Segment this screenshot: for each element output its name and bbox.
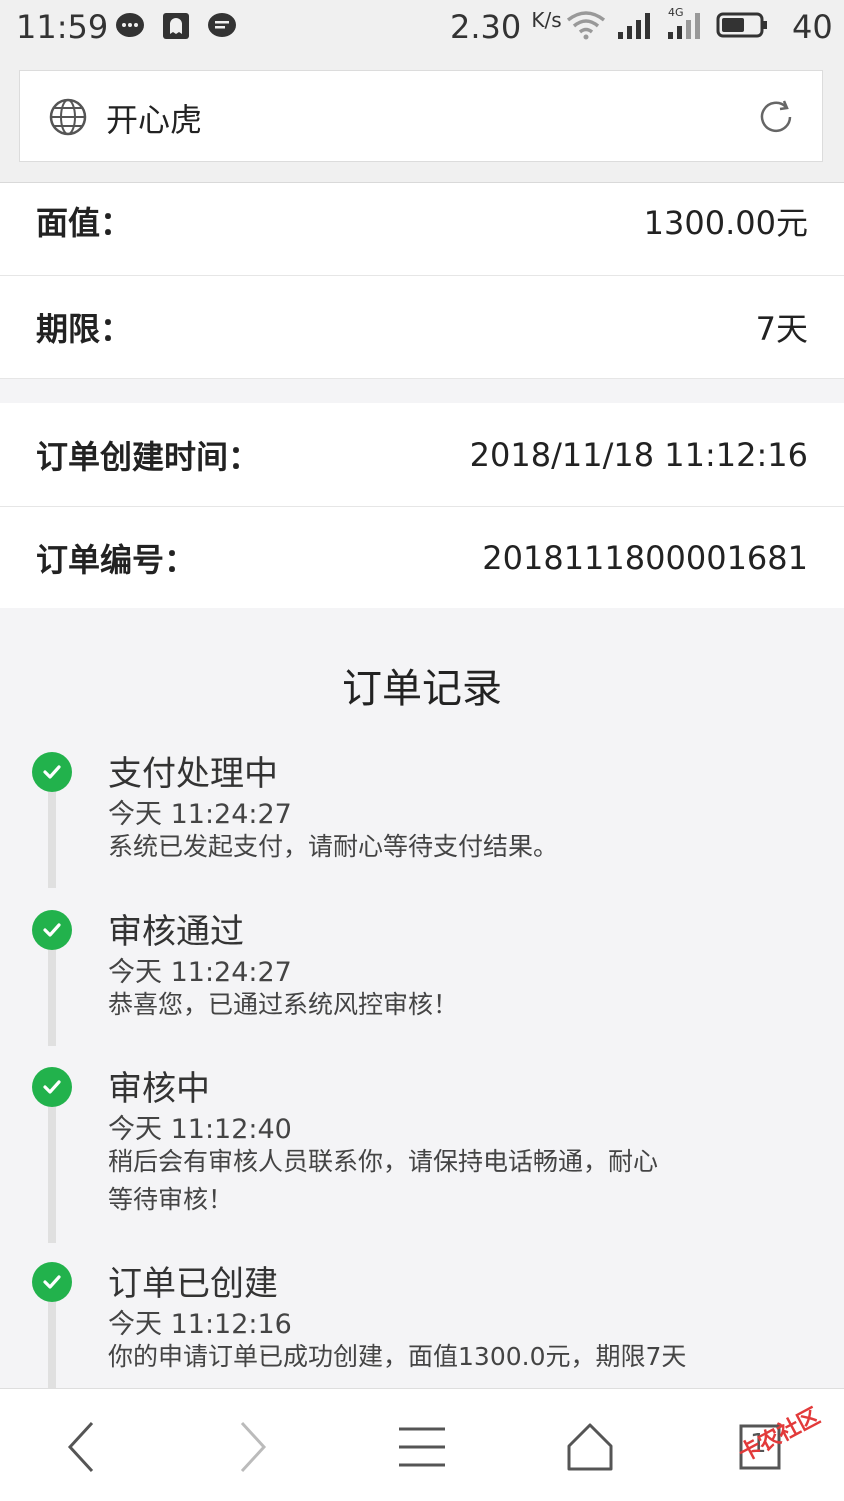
battery-level: 40: [792, 8, 833, 46]
term-row: 期限： 7天: [0, 276, 844, 379]
page-title: 开心虎: [106, 101, 203, 139]
record-desc: 恭喜您，已通过系统风控审核！: [108, 990, 459, 1019]
face-value-value: 1300.00元: [643, 204, 808, 242]
menu-button[interactable]: [392, 1417, 452, 1477]
record-time: 今天 11:24:27: [108, 799, 292, 830]
record-name: 订单已创建: [108, 1264, 278, 1304]
record-desc: 系统已发起支付，请耐心等待支付结果。: [108, 832, 559, 861]
refresh-icon[interactable]: [754, 95, 798, 143]
record-time: 今天 11:12:16: [108, 1309, 292, 1340]
timeline-line: [48, 1083, 56, 1243]
records-title: 订单记录: [342, 666, 502, 712]
record-name: 审核通过: [108, 912, 244, 952]
check-icon: [32, 752, 72, 792]
home-button[interactable]: [560, 1417, 620, 1477]
face-value-label: 面值：: [36, 204, 133, 242]
face-value-row: 面值： 1300.00元: [0, 183, 844, 276]
order-info: 面值： 1300.00元 期限： 7天 订单创建时间： 2018/11/18 1…: [0, 183, 844, 609]
globe-icon: [48, 97, 88, 141]
signal-icon: [616, 10, 656, 44]
record-desc: 你的申请订单已成功创建，面值1300.0元，期限7天: [108, 1342, 687, 1371]
check-icon: [32, 1067, 72, 1107]
signal-4g-icon: 4G: [666, 6, 706, 44]
network-type-label: 4G: [668, 6, 684, 19]
order-no-label: 订单编号：: [36, 540, 197, 579]
check-icon: [32, 1262, 72, 1302]
network-speed: 2.30 K/s: [450, 8, 562, 46]
record-name: 支付处理中: [108, 754, 278, 794]
record-time: 今天 11:12:40: [108, 1114, 292, 1145]
check-icon: [32, 910, 72, 950]
wifi-icon: [566, 10, 606, 44]
order-no-row: 订单编号： 2018111800001681: [0, 507, 844, 609]
browser-toolbar: 开心虎: [0, 55, 844, 183]
order-records: 订单记录 支付处理中 今天 11:24:27 系统已发起支付，请耐心等待支付结果…: [0, 608, 844, 1388]
status-bar: 11:59 2.30 K/s 4G 40: [0, 0, 844, 55]
back-button[interactable]: [52, 1417, 112, 1477]
speed-value: 2.30: [450, 8, 522, 46]
created-time-row: 订单创建时间： 2018/11/18 11:12:16: [0, 403, 844, 507]
battery-icon: [716, 10, 768, 44]
message-icon: [206, 10, 238, 42]
order-no-value: 2018111800001681: [482, 538, 808, 577]
section-spacer: [0, 379, 844, 403]
chat-bubble-icon: [114, 10, 146, 42]
created-time-value: 2018/11/18 11:12:16: [469, 435, 808, 474]
term-value: 7天: [755, 310, 808, 348]
record-desc: 稍后会有审核人员联系你，请保持电话畅通，耐心等待审核！: [108, 1147, 659, 1214]
created-time-label: 订单创建时间：: [36, 437, 261, 476]
record-time: 今天 11:24:27: [108, 957, 292, 988]
address-bar[interactable]: 开心虎: [19, 70, 823, 162]
record-name: 审核中: [108, 1069, 210, 1109]
term-label: 期限：: [36, 310, 133, 348]
status-time: 11:59: [16, 8, 109, 46]
status-right-icons: 4G: [566, 6, 768, 44]
ghost-app-icon: [160, 10, 192, 42]
browser-bottom-bar: 1: [0, 1388, 844, 1501]
speed-unit: K/s: [531, 8, 562, 32]
notification-icons: [114, 10, 238, 42]
forward-button[interactable]: [222, 1417, 282, 1477]
